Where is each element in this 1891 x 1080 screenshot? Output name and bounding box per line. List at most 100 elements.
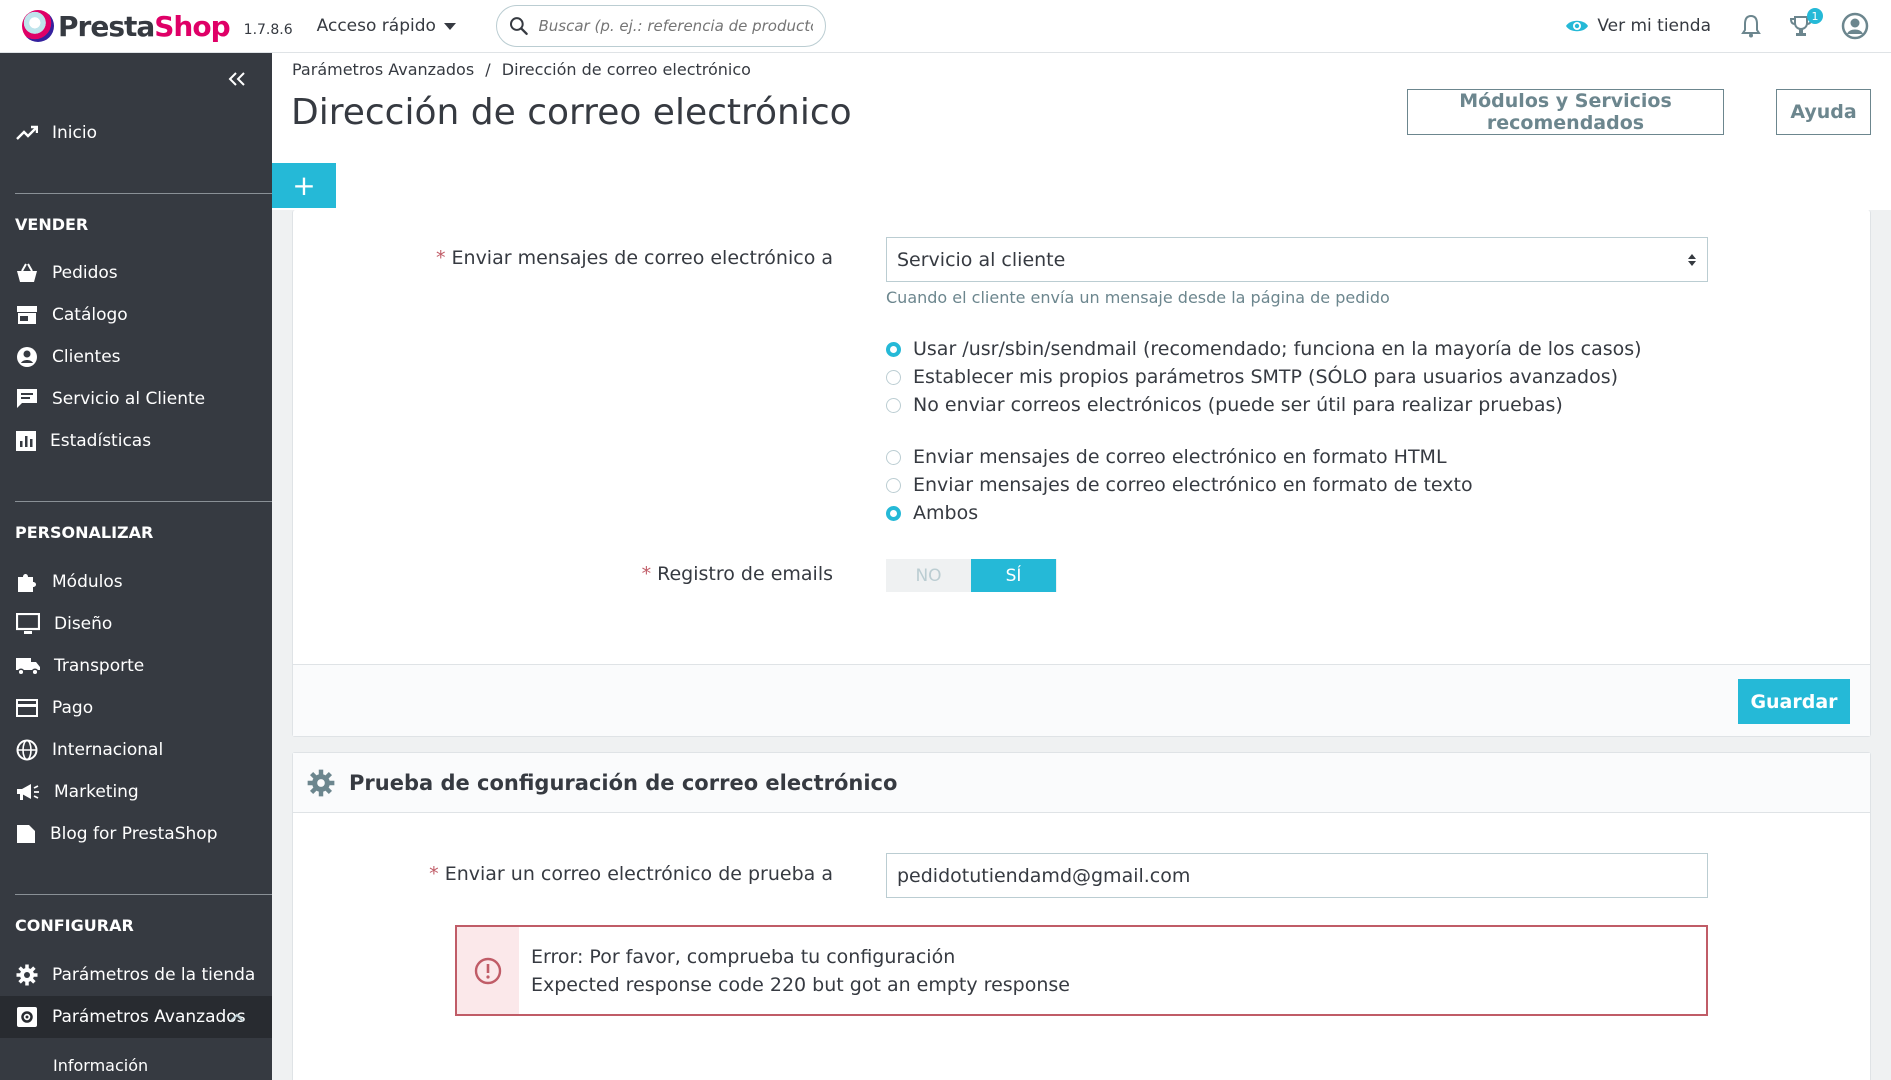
sidebar-item-inicio[interactable]: Inicio: [0, 112, 272, 154]
sidebar-item-label: Pago: [52, 698, 94, 718]
section-title-configurar: CONFIGURAR: [15, 916, 134, 935]
trending-up-icon: [16, 125, 38, 140]
email-log-switch[interactable]: NO SÍ: [886, 559, 1057, 592]
logo-text: PrestaShop: [58, 9, 231, 43]
desktop-icon: [16, 613, 40, 634]
collapse-sidebar-button[interactable]: [228, 71, 246, 90]
sidebar-item-servicio-cliente[interactable]: Servicio al Cliente: [0, 378, 272, 420]
sidebar-item-pago[interactable]: Pago: [0, 687, 272, 729]
select-arrows-icon: [1688, 253, 1696, 266]
save-button[interactable]: Guardar: [1738, 679, 1850, 724]
test-email-input[interactable]: pedidotutiendamd@gmail.com: [886, 853, 1708, 898]
top-header: PrestaShop 1.7.8.6 Acceso rápido Ver mi …: [0, 0, 1891, 53]
double-chevron-left-icon: [228, 72, 245, 86]
puzzle-icon: [18, 574, 36, 592]
error-message-line1: Error: Por favor, comprueba tu configura…: [531, 946, 956, 968]
sidebar-item-label: Marketing: [54, 782, 139, 802]
radio-method-smtp[interactable]: Establecer mis propios parámetros SMTP (…: [886, 366, 1618, 388]
error-message-line2: Expected response code 220 but got an em…: [531, 974, 1070, 996]
radio-format-html[interactable]: Enviar mensajes de correo electrónico en…: [886, 446, 1447, 468]
sidebar-item-label: Inicio: [52, 123, 97, 143]
sidebar-subitem-informacion[interactable]: Información: [53, 1056, 148, 1075]
page-title: Dirección de correo electrónico: [291, 92, 852, 133]
globe-icon: [16, 739, 38, 761]
switch-yes-option[interactable]: SÍ: [971, 559, 1056, 592]
truck-icon: [16, 658, 40, 676]
notifications-button[interactable]: [1741, 14, 1761, 38]
breadcrumb-current: Dirección de correo electrónico: [501, 60, 751, 79]
chevron-up-icon: [230, 1013, 244, 1022]
quick-access-dropdown[interactable]: Acceso rápido: [317, 16, 456, 36]
add-tab-button[interactable]: +: [272, 163, 336, 208]
radio-dot[interactable]: [886, 341, 901, 357]
sidebar-item-pedidos[interactable]: Pedidos: [0, 252, 272, 294]
credit-card-icon: [16, 699, 38, 717]
sidebar-divider: [15, 193, 272, 194]
send-test-label: * Enviar un correo electrónico de prueba…: [429, 863, 833, 885]
account-circle-icon: [17, 347, 37, 367]
prestashop-logo[interactable]: PrestaShop: [22, 9, 231, 43]
gear-icon: [16, 964, 38, 986]
sidebar-item-label: Estadísticas: [50, 431, 152, 451]
search-box[interactable]: [495, 5, 826, 47]
radio-format-both[interactable]: Ambos: [886, 502, 978, 524]
sidebar-item-label: Transporte: [54, 656, 145, 676]
basket-icon: [17, 263, 37, 282]
breadcrumb-parent-link[interactable]: Parámetros Avanzados: [292, 60, 474, 79]
sidebar-item-label: Parámetros Avanzados: [52, 1007, 246, 1027]
sidebar-item-label: Pedidos: [52, 263, 118, 283]
sidebar-divider: [15, 894, 272, 895]
radio-dot[interactable]: [886, 449, 901, 465]
test-panel-header: Prueba de configuración de correo electr…: [293, 753, 1870, 813]
sidebar-item-label: Clientes: [52, 347, 121, 367]
radio-format-text[interactable]: Enviar mensajes de correo electrónico en…: [886, 474, 1473, 496]
radio-method-sendmail[interactable]: Usar /usr/sbin/sendmail (recomendado; fu…: [886, 338, 1642, 360]
puffin-logo-icon: [22, 10, 54, 42]
sidebar-item-marketing[interactable]: Marketing: [0, 771, 272, 813]
test-panel-title: Prueba de configuración de correo electr…: [349, 770, 898, 795]
sidebar-item-label: Blog for PrestaShop: [50, 824, 218, 844]
account-button[interactable]: [1841, 12, 1869, 40]
send-to-help-text: Cuando el cliente envía un mensaje desde…: [886, 288, 1390, 307]
sidebar-item-modulos[interactable]: Módulos: [0, 561, 272, 603]
radio-dot[interactable]: [886, 505, 901, 521]
search-input[interactable]: [538, 17, 813, 35]
bell-icon: [1741, 14, 1761, 38]
radio-dot[interactable]: [886, 397, 901, 413]
sidebar-item-label: Parámetros de la tienda: [52, 965, 256, 985]
sidebar-item-label: Diseño: [54, 614, 113, 634]
panel-footer: [293, 664, 1870, 736]
breadcrumb: Parámetros Avanzados / Dirección de corr…: [292, 60, 751, 79]
bar-chart-icon: [16, 431, 36, 451]
eye-icon: [1566, 20, 1589, 32]
sidebar-item-label: Internacional: [52, 740, 164, 760]
megaphone-icon: [17, 784, 39, 800]
sidebar-item-estadisticas[interactable]: Estadísticas: [0, 420, 272, 462]
sidebar-item-parametros-avanzados[interactable]: Parámetros Avanzados: [0, 996, 272, 1038]
view-store-link[interactable]: Ver mi tienda: [1565, 16, 1711, 36]
sidebar-item-label: Servicio al Cliente: [52, 389, 206, 409]
switch-no-option[interactable]: NO: [886, 559, 971, 592]
sidebar-item-diseno[interactable]: Diseño: [0, 603, 272, 645]
sidebar-item-catalogo[interactable]: Catálogo: [0, 294, 272, 336]
radio-method-none[interactable]: No enviar correos electrónicos (puede se…: [886, 394, 1563, 416]
send-to-label: * Enviar mensajes de correo electrónico …: [435, 247, 833, 269]
section-title-personalizar: PERSONALIZAR: [15, 523, 154, 542]
radio-dot[interactable]: [886, 477, 901, 493]
sidebar-item-internacional[interactable]: Internacional: [0, 729, 272, 771]
help-button[interactable]: Ayuda: [1776, 89, 1871, 135]
radio-dot[interactable]: [886, 369, 901, 385]
email-log-label: * Registro de emails: [641, 563, 833, 585]
sidebar-item-blog[interactable]: Blog for PrestaShop: [0, 813, 272, 855]
section-title-vender: VENDER: [15, 215, 89, 234]
sidebar-item-parametros-tienda[interactable]: Parámetros de la tienda: [0, 954, 272, 996]
sidebar: Inicio VENDER Pedidos Catálogo Clientes …: [0, 53, 272, 1080]
recommended-modules-button[interactable]: Módulos y Servicios recomendados: [1407, 89, 1724, 135]
sidebar-item-transporte[interactable]: Transporte: [0, 645, 272, 687]
achievements-button[interactable]: 1: [1789, 8, 1823, 38]
send-to-select[interactable]: Servicio al cliente: [886, 237, 1708, 282]
notification-badge: 1: [1807, 8, 1823, 24]
sidebar-item-clientes[interactable]: Clientes: [0, 336, 272, 378]
sidebar-item-label: Módulos: [52, 572, 123, 592]
caret-down-icon: [443, 22, 456, 30]
